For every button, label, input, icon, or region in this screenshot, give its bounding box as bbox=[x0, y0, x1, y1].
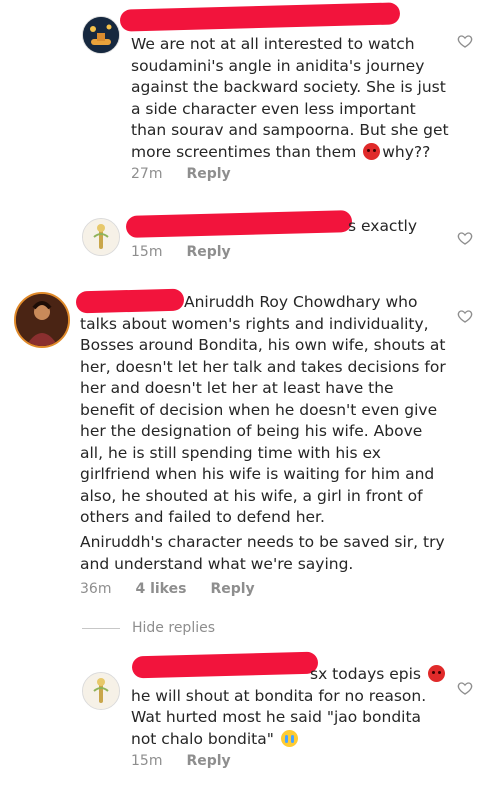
avatar[interactable] bbox=[82, 672, 120, 710]
hide-replies[interactable]: Hide replies bbox=[82, 620, 215, 636]
angry-emoji-icon bbox=[427, 665, 445, 682]
likes-count[interactable]: 4 likes bbox=[135, 581, 186, 597]
redaction-bar bbox=[125, 210, 353, 238]
avatar-image bbox=[83, 673, 119, 709]
reply-button[interactable]: Reply bbox=[186, 166, 230, 182]
divider bbox=[82, 627, 120, 629]
heart-icon[interactable] bbox=[457, 33, 473, 49]
heart-icon[interactable] bbox=[457, 230, 473, 246]
timestamp: 15m bbox=[131, 244, 163, 260]
avatar-image bbox=[16, 294, 68, 346]
comment-text: We are not at all interested to watch so… bbox=[131, 35, 449, 161]
avatar[interactable] bbox=[82, 218, 120, 256]
comment-meta: 36m 4 likes Reply bbox=[80, 581, 255, 597]
hide-replies-button[interactable]: Hide replies bbox=[132, 620, 215, 636]
avatar[interactable] bbox=[14, 292, 70, 348]
avatar[interactable] bbox=[82, 16, 120, 54]
reply-button[interactable]: Reply bbox=[186, 753, 230, 769]
avatar-image bbox=[83, 219, 119, 255]
comment-meta: 27m Reply bbox=[131, 166, 231, 182]
comment-meta: 15m Reply bbox=[131, 244, 231, 260]
comment-text: sx todays epis he will shout at bondita … bbox=[131, 664, 449, 750]
reply-button[interactable]: Reply bbox=[186, 244, 230, 260]
reply-button[interactable]: Reply bbox=[210, 581, 254, 597]
redaction-bar bbox=[119, 2, 401, 32]
comment-text: s exactly bbox=[348, 217, 418, 235]
timestamp: 15m bbox=[131, 753, 163, 769]
heart-icon[interactable] bbox=[457, 308, 473, 324]
heart-icon[interactable] bbox=[457, 680, 473, 696]
avatar-image bbox=[83, 17, 119, 53]
comment-meta: 15m Reply bbox=[131, 753, 231, 769]
comment-text-paragraph-2: Aniruddh's character needs to be saved s… bbox=[80, 533, 445, 573]
comment-text: Aniruddh Roy Chowdhary who talks about w… bbox=[80, 293, 446, 526]
timestamp: 36m bbox=[80, 581, 112, 597]
angry-emoji-icon bbox=[363, 142, 381, 160]
timestamp: 27m bbox=[131, 166, 163, 182]
crying-emoji-icon bbox=[280, 729, 298, 747]
